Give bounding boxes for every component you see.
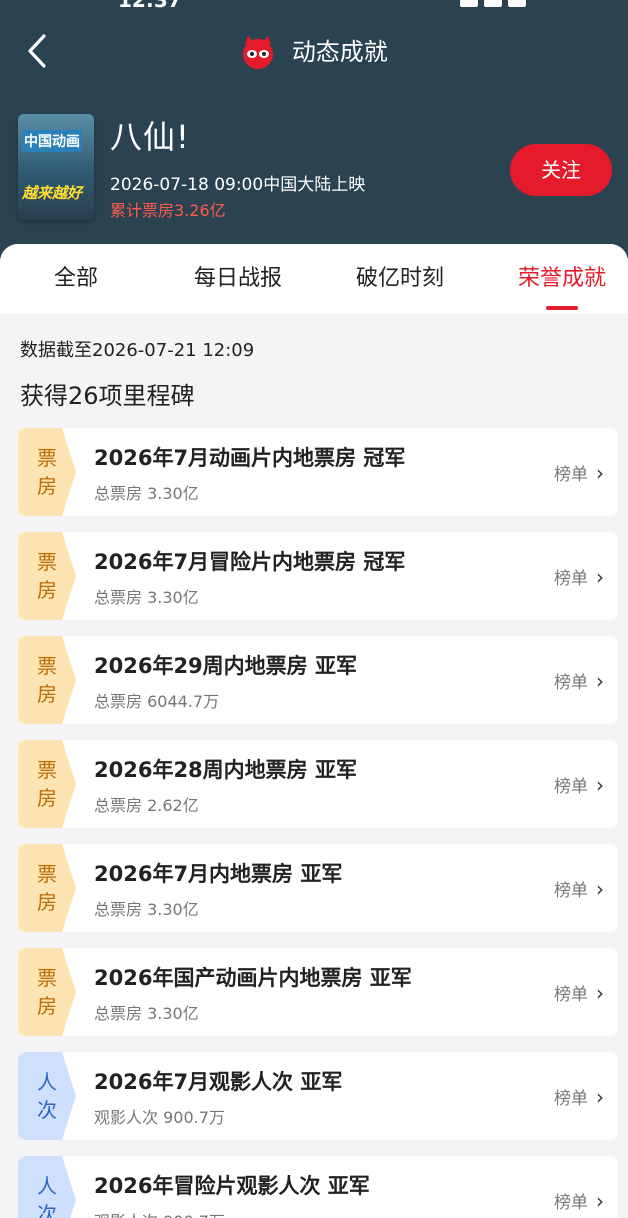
badge-char: 人 [37,1070,57,1094]
milestone-subtitle: 总票房 3.30亿 [94,1004,199,1023]
data-as-of: 数据截至2026-07-21 12:09 [20,340,255,361]
poster-text-1: 中国动画 [22,130,82,152]
content-panel: 全部 每日战报 破亿时刻 荣誉成就 数据截至2026-07-21 12:09 获… [0,244,628,1218]
badge-char: 票 [37,550,57,574]
follow-button[interactable]: 关注 [510,144,612,196]
badge-char: 房 [37,474,57,498]
milestone-subtitle: 总票房 6044.7万 [94,692,220,711]
movie-title: 八仙! [110,118,190,156]
header-bar: 12:37 动态成就 中国动画 越来越好 八仙! 2026-07-18 09:0… [0,0,628,270]
milestone-subtitle: 观影人次 900.7万 [94,1108,225,1127]
badge-char: 次 [37,1202,57,1218]
badge-char: 票 [37,446,57,470]
attendance-badge: 人次 [18,1156,76,1218]
box-office-badge: 票房 [18,532,76,620]
tab-daily-report[interactable]: 每日战报 [180,244,296,314]
badge-char: 房 [37,578,57,602]
active-tab-indicator [546,306,578,310]
badge-char: 票 [37,966,57,990]
ranking-link[interactable]: 榜单 › [554,772,604,797]
ranking-link-label: 榜单 [554,465,588,485]
ranking-link-label: 榜单 [554,673,588,693]
attendance-badge: 人次 [18,1052,76,1140]
milestone-card[interactable]: 人次 2026年7月观影人次 亚军观影人次 900.7万 榜单 › [18,1052,618,1140]
box-office-badge: 票房 [18,636,76,724]
milestone-title: 2026年7月观影人次 亚军 [94,1070,343,1094]
milestone-card[interactable]: 票房 2026年28周内地票房 亚军总票房 2.62亿 榜单 › [18,740,618,828]
status-icons [460,0,600,7]
total-box-office: 累计票房3.26亿 [110,201,226,220]
box-office-badge: 票房 [18,844,76,932]
tab-all[interactable]: 全部 [20,244,132,314]
badge-char: 房 [37,994,57,1018]
milestone-card[interactable]: 票房 2026年国产动画片内地票房 亚军总票房 3.30亿 榜单 › [18,948,618,1036]
page-title-text: 动态成就 [291,38,388,66]
badge-char: 票 [37,862,57,886]
milestone-subtitle: 总票房 2.62亿 [94,796,199,815]
badge-char: 票 [37,654,57,678]
chevron-right-icon: › [596,1189,604,1213]
ranking-link-label: 榜单 [554,1193,588,1213]
badge-char: 房 [37,890,57,914]
milestone-title: 2026年7月冒险片内地票房 冠军 [94,550,406,574]
milestone-title: 2026年冒险片观影人次 亚军 [94,1174,370,1198]
milestone-card[interactable]: 人次 2026年冒险片观影人次 亚军观影人次 900.7万 榜单 › [18,1156,618,1218]
status-time: 12:37 [118,0,182,12]
ranking-link[interactable]: 榜单 › [554,668,604,693]
ranking-link-label: 榜单 [554,777,588,797]
ranking-link-label: 榜单 [554,569,588,589]
milestone-card[interactable]: 票房 2026年7月动画片内地票房 冠军总票房 3.30亿 榜单 › [18,428,618,516]
milestone-card[interactable]: 票房 2026年7月内地票房 亚军总票房 3.30亿 榜单 › [18,844,618,932]
badge-char: 房 [37,786,57,810]
chevron-right-icon: › [596,981,604,1005]
ranking-link[interactable]: 榜单 › [554,564,604,589]
milestone-title: 2026年28周内地票房 亚军 [94,758,357,782]
chevron-right-icon: › [596,773,604,797]
milestone-title: 2026年国产动画片内地票房 亚军 [94,966,412,990]
chevron-right-icon: › [596,877,604,901]
ranking-link[interactable]: 榜单 › [554,1084,604,1109]
chevron-right-icon: › [596,669,604,693]
tab-bar: 全部 每日战报 破亿时刻 荣誉成就 [0,244,628,315]
tab-billion-moments[interactable]: 破亿时刻 [342,244,458,314]
tab-honor-achievements[interactable]: 荣誉成就 [504,244,620,314]
chevron-right-icon: › [596,565,604,589]
ranking-link[interactable]: 榜单 › [554,980,604,1005]
milestone-title: 2026年7月内地票房 亚军 [94,862,343,886]
chevron-right-icon: › [596,1085,604,1109]
cat-logo-icon [240,34,276,70]
ranking-link[interactable]: 榜单 › [554,1188,604,1213]
badge-char: 人 [37,1174,57,1198]
box-office-badge: 票房 [18,740,76,828]
ranking-link-label: 榜单 [554,881,588,901]
milestone-card[interactable]: 票房 2026年7月冒险片内地票房 冠军总票房 3.30亿 榜单 › [18,532,618,620]
ranking-link-label: 榜单 [554,985,588,1005]
poster-text-2: 越来越好 [22,184,83,202]
badge-char: 次 [37,1098,57,1122]
milestone-count: 获得26项里程碑 [20,382,195,410]
ranking-link[interactable]: 榜单 › [554,876,604,901]
box-office-badge: 票房 [18,428,76,516]
ranking-link-label: 榜单 [554,1089,588,1109]
badge-char: 票 [37,758,57,782]
milestone-subtitle: 总票房 3.30亿 [94,900,199,919]
milestone-title: 2026年7月动画片内地票房 冠军 [94,446,406,470]
release-date: 2026-07-18 09:00中国大陆上映 [110,175,366,195]
badge-char: 房 [37,682,57,706]
milestone-card[interactable]: 票房 2026年29周内地票房 亚军总票房 6044.7万 榜单 › [18,636,618,724]
milestone-title: 2026年29周内地票房 亚军 [94,654,357,678]
milestone-subtitle: 总票房 3.30亿 [94,484,199,503]
milestone-subtitle: 观影人次 900.7万 [94,1208,225,1218]
ranking-link[interactable]: 榜单 › [554,460,604,485]
movie-poster[interactable]: 中国动画 越来越好 [18,114,94,220]
milestone-subtitle: 总票房 3.30亿 [94,588,199,607]
box-office-badge: 票房 [18,948,76,1036]
page-title: 动态成就 [0,32,628,71]
chevron-right-icon: › [596,461,604,485]
